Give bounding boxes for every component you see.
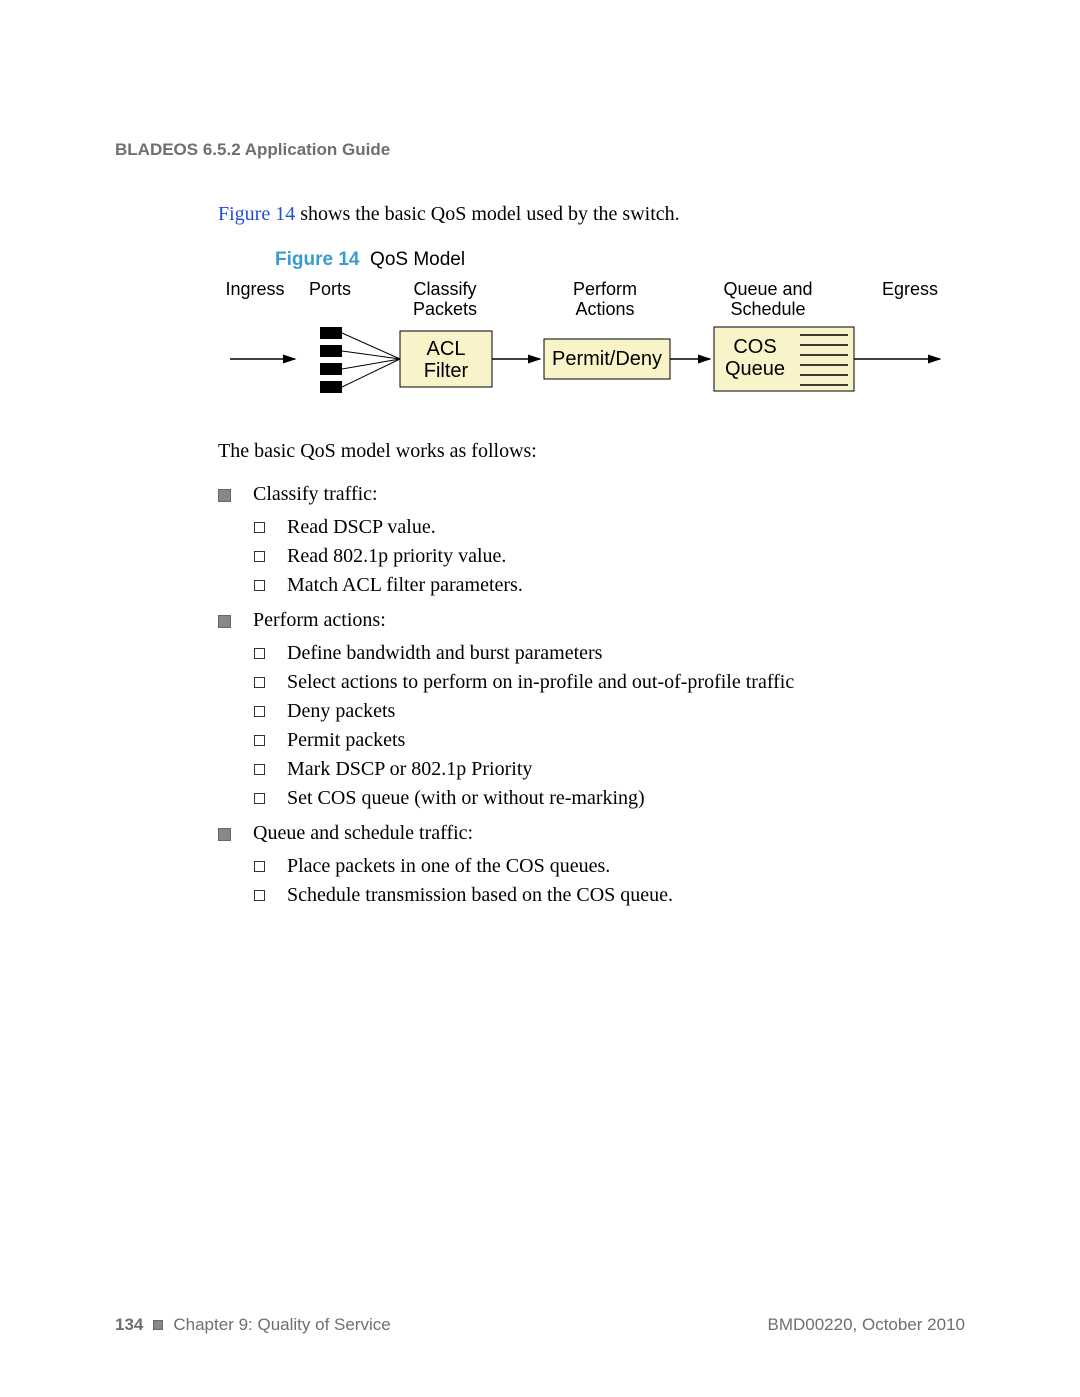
square-bullet-icon <box>218 828 231 841</box>
hollow-square-bullet-icon <box>254 580 265 591</box>
doc-reference: BMD00220, October 2010 <box>767 1315 965 1335</box>
hollow-square-bullet-icon <box>254 735 265 746</box>
label-perform-2: Actions <box>575 299 634 319</box>
sub-list-item: Read 802.1p priority value. <box>254 545 965 568</box>
hollow-square-bullet-icon <box>254 890 265 901</box>
sub-item-text: Read 802.1p priority value. <box>287 545 506 568</box>
label-ingress: Ingress <box>225 279 284 299</box>
label-classify-1: Classify <box>413 279 476 299</box>
sub-item-text: Define bandwidth and burst parameters <box>287 642 602 665</box>
square-bullet-icon <box>218 615 231 628</box>
label-ports: Ports <box>309 279 351 299</box>
label-egress: Egress <box>882 279 938 299</box>
page-footer: 134 Chapter 9: Quality of Service BMD002… <box>115 1315 965 1335</box>
hollow-square-bullet-icon <box>254 677 265 688</box>
intro-line-2: The basic QoS model works as follows: <box>218 440 965 463</box>
label-perform-1: Perform <box>573 279 637 299</box>
sub-list-item: Permit packets <box>254 729 965 752</box>
sub-list-item: Place packets in one of the COS queues. <box>254 855 965 878</box>
sub-item-text: Permit packets <box>287 729 405 752</box>
hollow-square-bullet-icon <box>254 706 265 717</box>
figure-title: QoS Model <box>370 249 465 270</box>
list-item-text: Classify traffic: <box>253 483 378 506</box>
sub-item-text: Match ACL filter parameters. <box>287 574 523 597</box>
list-item: Queue and schedule traffic: Place packet… <box>218 822 965 907</box>
sub-item-text: Read DSCP value. <box>287 516 436 539</box>
sub-item-text: Deny packets <box>287 700 395 723</box>
hollow-square-bullet-icon <box>254 551 265 562</box>
sub-list-item: Deny packets <box>254 700 965 723</box>
list-item: Classify traffic: Read DSCP value. Read … <box>218 483 965 597</box>
hollow-square-bullet-icon <box>254 522 265 533</box>
sub-item-text: Schedule transmission based on the COS q… <box>287 884 673 907</box>
figure-reference-link[interactable]: Figure 14 <box>218 203 295 225</box>
figure-label: Figure 14 <box>275 249 359 270</box>
acl-text-1: ACL <box>427 338 466 360</box>
intro-sentence-rest: shows the basic QoS model used by the sw… <box>295 203 679 225</box>
sub-list-item: Match ACL filter parameters. <box>254 574 965 597</box>
sub-list-item: Select actions to perform on in-profile … <box>254 671 965 694</box>
cos-text-1: COS <box>733 336 776 358</box>
hollow-square-bullet-icon <box>254 764 265 775</box>
qos-model-diagram: Ingress Ports Classify Packets Perform A… <box>220 277 965 412</box>
sub-list-item: Mark DSCP or 802.1p Priority <box>254 758 965 781</box>
sub-item-text: Place packets in one of the COS queues. <box>287 855 610 878</box>
permit-deny-text: Permit/Deny <box>552 348 662 370</box>
list-item-text: Perform actions: <box>253 609 386 632</box>
page-number: 134 <box>115 1315 143 1335</box>
sub-list-item: Set COS queue (with or without re-markin… <box>254 787 965 810</box>
sub-item-text: Select actions to perform on in-profile … <box>287 671 794 694</box>
hollow-square-bullet-icon <box>254 861 265 872</box>
figure-caption: Figure 14 QoS Model <box>275 249 965 271</box>
sub-list-item: Define bandwidth and burst parameters <box>254 642 965 665</box>
document-header: BLADEOS 6.5.2 Application Guide <box>115 140 965 160</box>
hollow-square-bullet-icon <box>254 648 265 659</box>
bullet-list: Classify traffic: Read DSCP value. Read … <box>218 483 965 907</box>
sub-list-item: Schedule transmission based on the COS q… <box>254 884 965 907</box>
label-queue-2: Schedule <box>730 299 805 319</box>
intro-sentence: Figure 14 shows the basic QoS model used… <box>218 200 965 229</box>
acl-text-2: Filter <box>424 360 469 382</box>
sub-list-item: Read DSCP value. <box>254 516 965 539</box>
hollow-square-bullet-icon <box>254 793 265 804</box>
list-item-text: Queue and schedule traffic: <box>253 822 473 845</box>
sub-item-text: Set COS queue (with or without re-markin… <box>287 787 645 810</box>
label-queue-1: Queue and <box>723 279 812 299</box>
sub-item-text: Mark DSCP or 802.1p Priority <box>287 758 532 781</box>
footer-square-icon <box>153 1320 163 1330</box>
chapter-label: Chapter 9: Quality of Service <box>173 1315 390 1335</box>
list-item: Perform actions: Define bandwidth and bu… <box>218 609 965 810</box>
square-bullet-icon <box>218 489 231 502</box>
label-classify-2: Packets <box>413 299 477 319</box>
cos-text-2: Queue <box>725 358 785 380</box>
